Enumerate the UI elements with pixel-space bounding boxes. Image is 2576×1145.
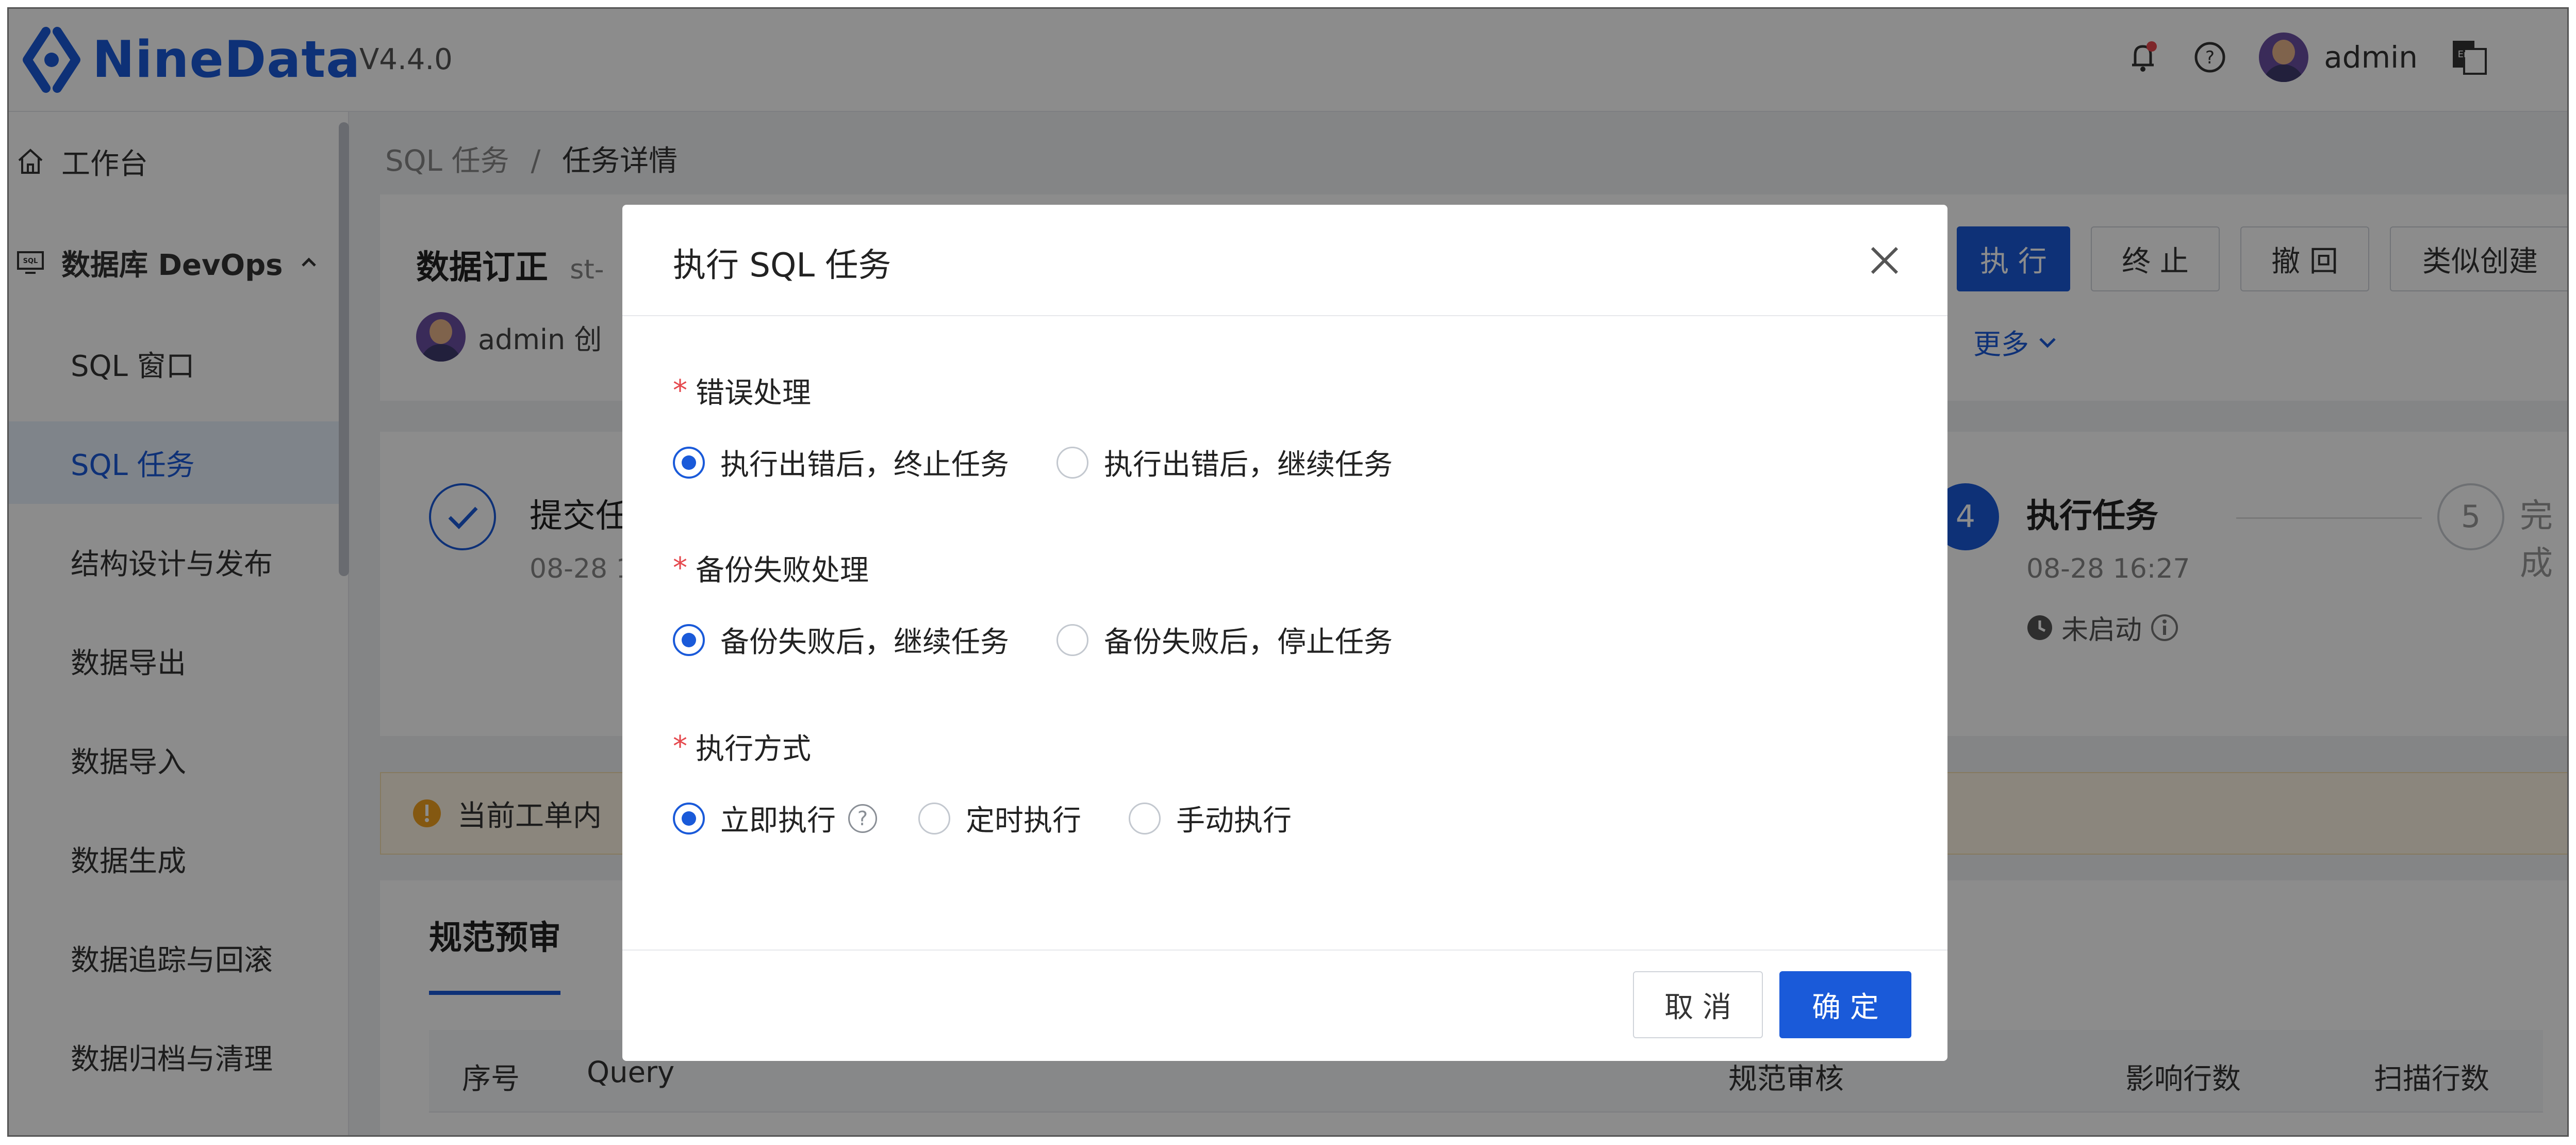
radio-circle bbox=[673, 802, 705, 835]
exec-mode-field: * 执行方式 立即执行? 定时执行 手动执行 bbox=[673, 726, 1339, 839]
execute-sql-task-dialog: 执行 SQL 任务 * 错误处理 执行出错后，终止任务 执行出错后，继续任务 * 备… bbox=[622, 205, 1947, 1061]
field-label: 错误处理 bbox=[696, 377, 811, 410]
error-handling-field: * 错误处理 执行出错后，终止任务 执行出错后，继续任务 bbox=[673, 370, 1440, 483]
app-window: NineData V4.4.0 ? admin En 工作台 SQL 数据库 D… bbox=[7, 7, 2569, 1137]
radio-error-continue[interactable]: 执行出错后，继续任务 bbox=[1056, 441, 1393, 483]
radio-circle bbox=[1056, 446, 1088, 479]
radio-exec-immediate[interactable]: 立即执行? bbox=[673, 797, 877, 839]
cancel-button[interactable]: 取 消 bbox=[1633, 971, 1763, 1038]
radio-circle bbox=[673, 446, 705, 479]
dialog-footer: 取 消 确 定 bbox=[622, 950, 1947, 1061]
radio-circle bbox=[673, 624, 705, 656]
help-circle-icon[interactable]: ? bbox=[848, 804, 877, 833]
radio-error-stop[interactable]: 执行出错后，终止任务 bbox=[673, 441, 1009, 483]
radio-circle bbox=[918, 802, 950, 835]
field-label: 备份失败处理 bbox=[696, 554, 869, 587]
radio-backup-continue[interactable]: 备份失败后，继续任务 bbox=[673, 619, 1009, 661]
dialog-title: 执行 SQL 任务 bbox=[673, 247, 891, 285]
close-icon[interactable] bbox=[1863, 239, 1906, 282]
radio-backup-stop[interactable]: 备份失败后，停止任务 bbox=[1056, 619, 1393, 661]
confirm-button[interactable]: 确 定 bbox=[1779, 971, 1911, 1038]
field-label: 执行方式 bbox=[696, 732, 811, 766]
radio-exec-scheduled[interactable]: 定时执行 bbox=[918, 797, 1081, 839]
dialog-header: 执行 SQL 任务 bbox=[622, 205, 1947, 316]
backup-failure-field: * 备份失败处理 备份失败后，继续任务 备份失败后，停止任务 bbox=[673, 547, 1440, 661]
radio-exec-manual[interactable]: 手动执行 bbox=[1129, 797, 1292, 839]
radio-circle bbox=[1129, 802, 1161, 835]
radio-circle bbox=[1056, 624, 1088, 656]
